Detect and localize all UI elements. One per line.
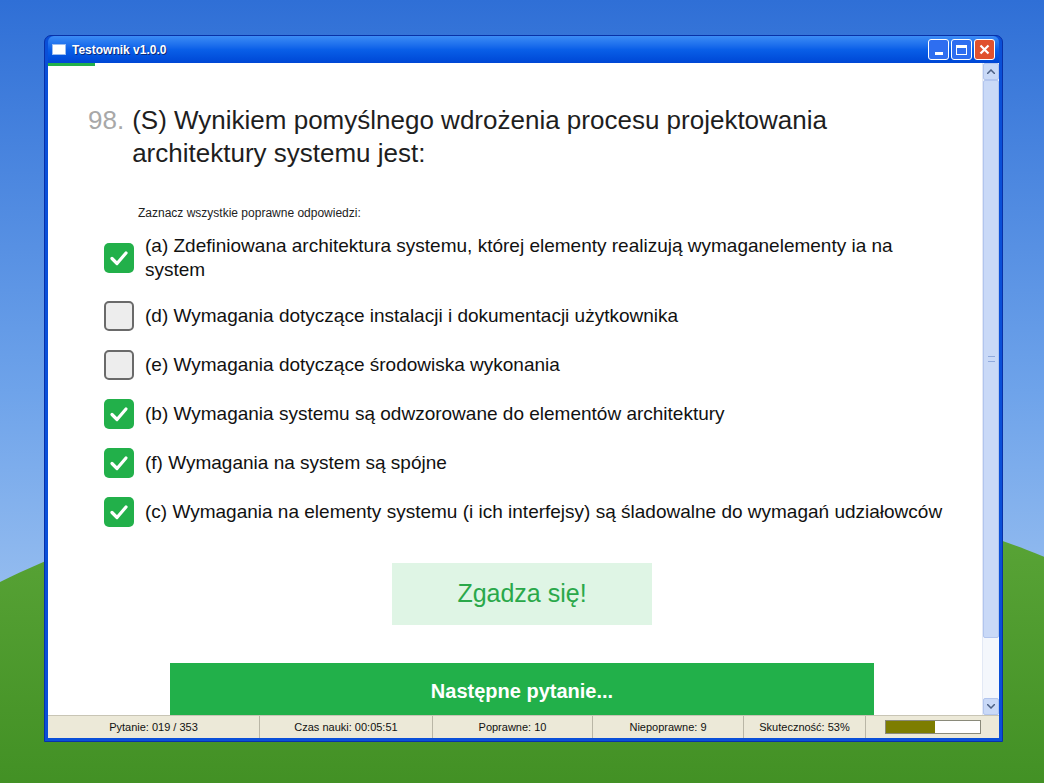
status-bar: Pytanie: 019 / 353Czas nauki: 00:05:51Po… xyxy=(48,715,999,738)
close-button[interactable] xyxy=(974,39,995,60)
answer-checkbox[interactable] xyxy=(104,448,134,478)
scrollbar[interactable] xyxy=(982,63,999,715)
answer-list: (a) Zdefiniowana architektura systemu, k… xyxy=(48,234,982,527)
title-bar: Testownik v1.0.0 xyxy=(48,36,999,63)
question-number: 98. xyxy=(88,104,124,170)
answer-text: (c) Wymagania na elementy systemu (i ich… xyxy=(145,500,942,524)
status-time: Czas nauki: 00:05:51 xyxy=(260,716,433,738)
answer-text: (b) Wymagania systemu są odwzorowane do … xyxy=(145,402,725,426)
answer-text: (a) Zdefiniowana architektura systemu, k… xyxy=(145,234,945,282)
app-icon xyxy=(52,44,66,55)
app-window: Testownik v1.0.0 98.(S) Wynikiem pomyślne… xyxy=(44,35,1003,742)
answer-row[interactable]: (a) Zdefiniowana architektura systemu, k… xyxy=(104,234,952,282)
status-correct: Poprawne: 10 xyxy=(433,716,593,738)
answer-checkbox[interactable] xyxy=(104,399,134,429)
answer-row[interactable]: (d) Wymagania dotyczące instalacji i dok… xyxy=(104,301,952,331)
thumb-grip-icon xyxy=(988,356,995,362)
answer-row[interactable]: (b) Wymagania systemu są odwzorowane do … xyxy=(104,399,952,429)
scroll-up-button[interactable] xyxy=(983,63,999,80)
answer-checkbox[interactable] xyxy=(104,497,134,527)
check-icon xyxy=(108,501,130,523)
effectiveness-fill xyxy=(886,721,936,733)
status-incorrect: Niepoprawne: 9 xyxy=(593,716,744,738)
close-icon xyxy=(979,44,990,55)
status-question: Pytanie: 019 / 353 xyxy=(48,716,260,738)
answer-checkbox[interactable] xyxy=(104,350,134,380)
scroll-down-button[interactable] xyxy=(983,698,999,715)
answer-row[interactable]: (c) Wymagania na elementy systemu (i ich… xyxy=(104,497,952,527)
scroll-thumb[interactable] xyxy=(983,80,999,638)
progress-line xyxy=(48,63,95,66)
client-area: 98.(S) Wynikiem pomyślnego wdrożenia pro… xyxy=(48,63,999,715)
minimize-button[interactable] xyxy=(928,39,949,60)
next-row: Następne pytanie... xyxy=(48,663,982,715)
answer-row[interactable]: (f) Wymagania na system są spójne xyxy=(104,448,952,478)
content: 98.(S) Wynikiem pomyślnego wdrożenia pro… xyxy=(48,63,982,715)
status-effectiveness: Skuteczność: 53% xyxy=(744,716,866,738)
desktop: Testownik v1.0.0 98.(S) Wynikiem pomyślne… xyxy=(0,0,1044,783)
question-text: (S) Wynikiem pomyślnego wdrożenia proces… xyxy=(132,104,932,170)
minimize-icon xyxy=(935,52,943,55)
answer-checkbox[interactable] xyxy=(104,301,134,331)
check-icon xyxy=(108,452,130,474)
answer-checkbox[interactable] xyxy=(104,243,134,273)
answer-text: (d) Wymagania dotyczące instalacji i dok… xyxy=(145,304,678,328)
maximize-icon xyxy=(956,45,967,55)
answer-text: (e) Wymagania dotyczące środowiska wykon… xyxy=(145,353,560,377)
window-title: Testownik v1.0.0 xyxy=(72,41,928,59)
maximize-button[interactable] xyxy=(951,39,972,60)
next-button[interactable]: Następne pytanie... xyxy=(170,663,874,715)
instruction: Zaznacz wszystkie poprawne odpowiedzi: xyxy=(48,204,982,222)
check-icon xyxy=(108,247,130,269)
check-icon xyxy=(108,403,130,425)
arrow-up-icon xyxy=(987,69,995,74)
answer-row[interactable]: (e) Wymagania dotyczące środowiska wykon… xyxy=(104,350,952,380)
window-controls xyxy=(928,39,995,60)
confirm-row: Zgadza się! xyxy=(48,563,982,625)
status-progress-cell xyxy=(866,720,999,734)
question: 98.(S) Wynikiem pomyślnego wdrożenia pro… xyxy=(48,66,982,170)
arrow-down-icon xyxy=(987,704,995,709)
effectiveness-bar xyxy=(885,720,981,734)
confirm-button[interactable]: Zgadza się! xyxy=(392,563,652,625)
answer-text: (f) Wymagania na system są spójne xyxy=(145,451,447,475)
